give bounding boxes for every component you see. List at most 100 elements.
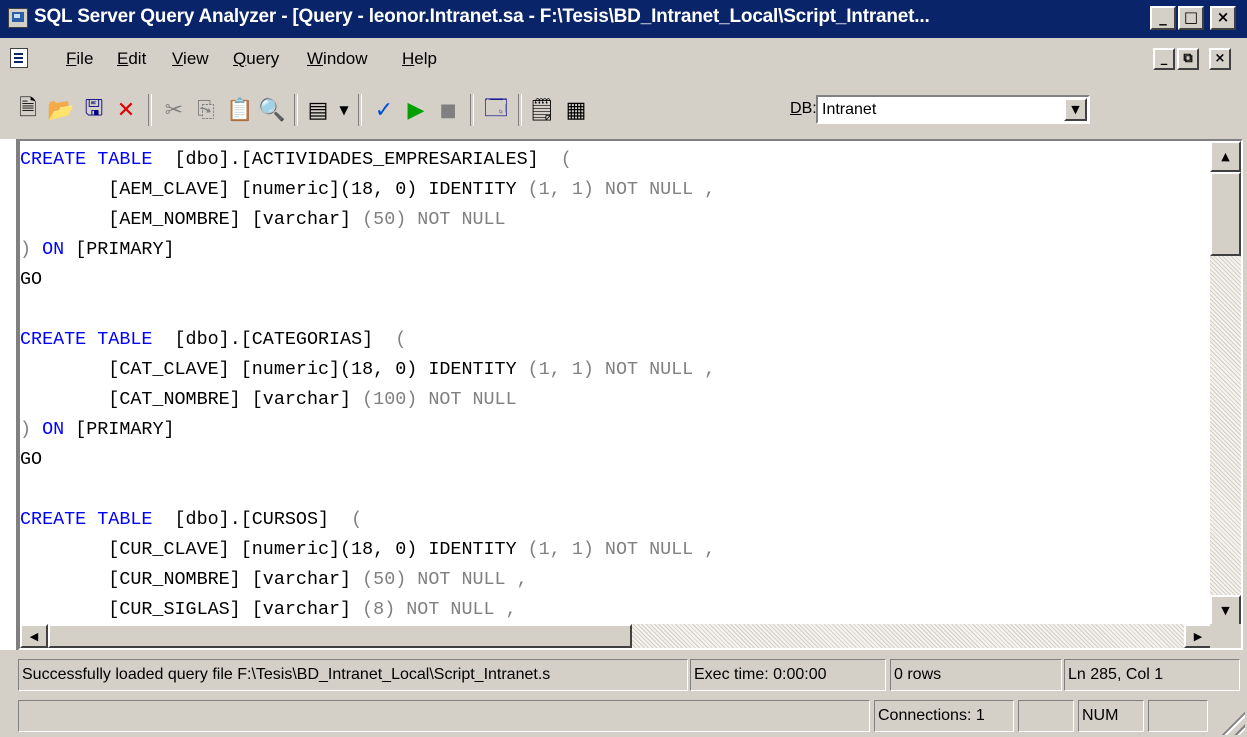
properties-icon[interactable]: 🗒: [528, 95, 556, 125]
horizontal-scroll-thumb[interactable]: [48, 624, 632, 648]
num-lock-indicator: NUM: [1078, 700, 1144, 732]
code-line: [CAT_CLAVE] [numeric](18, 0) IDENTITY (1…: [20, 355, 1212, 385]
menu-window[interactable]: Window: [307, 49, 367, 69]
code-line: [CAT_NOMBRE] [varchar] (100) NOT NULL: [20, 385, 1212, 415]
new-query-icon[interactable]: 🗎: [14, 95, 42, 125]
query-editor[interactable]: CREATE TABLE [dbo].[ACTIVIDADES_EMPRESAR…: [18, 139, 1243, 650]
code-literal: (1, 1) NOT NULL ,: [527, 539, 716, 560]
code-keyword: ON: [31, 419, 76, 440]
code-line: [CUR_CLAVE] [numeric](18, 0) IDENTITY (1…: [20, 535, 1212, 565]
code-literal: (50) NOT NULL ,: [362, 569, 528, 590]
scroll-left-icon[interactable]: ◀: [20, 624, 48, 648]
stop-icon[interactable]: ■: [434, 95, 462, 125]
status-message: Successfully loaded query file F:\Tesis\…: [18, 659, 688, 691]
scroll-up-icon[interactable]: ▲: [1210, 141, 1241, 172]
exec-time: Exec time: 0:00:00: [690, 659, 886, 691]
code-line: [CUR_SIGLAS] [varchar] (8) NOT NULL ,: [20, 595, 1212, 625]
title-bar: SQL Server Query Analyzer - [Query - leo…: [0, 0, 1247, 38]
clear-icon[interactable]: ✕: [112, 95, 140, 125]
window-title: SQL Server Query Analyzer - [Query - leo…: [34, 6, 930, 27]
code-line: CREATE TABLE [dbo].[ACTIVIDADES_EMPRESAR…: [20, 145, 1212, 175]
query-window-icon[interactable]: [10, 48, 28, 68]
code-text: [dbo].[CATEGORIAS]: [152, 329, 396, 350]
code-literal: ): [20, 239, 32, 260]
maximize-button[interactable]: □: [1178, 6, 1204, 30]
show-execution-plan-icon[interactable]: ▦: [562, 95, 590, 125]
child-close-button[interactable]: ×: [1209, 48, 1231, 70]
paste-icon[interactable]: 📋: [226, 95, 254, 125]
object-browser-icon[interactable]: 🗔: [482, 95, 510, 125]
menu-query[interactable]: Query: [233, 49, 279, 69]
menu-edit[interactable]: Edit: [117, 49, 146, 69]
toolbar-separator: [518, 94, 522, 126]
results-mode-icon[interactable]: ▤: [304, 95, 332, 125]
code-text: [CAT_CLAVE] [numeric](18, 0) IDENTITY: [20, 359, 528, 380]
cut-icon[interactable]: ✂: [160, 95, 188, 125]
scrollbar-corner: [1210, 624, 1241, 648]
copy-icon[interactable]: ⎘: [192, 95, 220, 125]
code-line: ) ON [PRIMARY]: [20, 415, 1212, 445]
database-select[interactable]: Intranet ▼: [816, 95, 1090, 124]
code-text: [dbo].[ACTIVIDADES_EMPRESARIALES]: [152, 149, 561, 170]
vertical-scroll-thumb[interactable]: [1210, 172, 1241, 256]
child-minimize-button[interactable]: _: [1153, 48, 1175, 70]
code-text: [CUR_CLAVE] [numeric](18, 0) IDENTITY: [20, 539, 528, 560]
horizontal-scrollbar[interactable]: ◀ ▶: [20, 624, 1212, 648]
code-text: [AEM_CLAVE] [numeric](18, 0) IDENTITY: [20, 179, 528, 200]
toolbar-separator: [294, 94, 298, 126]
results-mode-dropdown-icon[interactable]: ▼: [330, 95, 358, 125]
code-line: GO: [20, 265, 1212, 295]
code-text: GO: [20, 449, 43, 470]
code-line: [CUR_NOMBRE] [varchar] (50) NOT NULL ,: [20, 565, 1212, 595]
close-button[interactable]: ×: [1210, 6, 1236, 30]
code-text: [CAT_NOMBRE] [varchar]: [20, 389, 363, 410]
find-icon[interactable]: 🔍: [258, 95, 286, 125]
open-file-icon[interactable]: 📂: [47, 95, 75, 125]
toolbar-separator: [470, 94, 474, 126]
child-restore-button[interactable]: ⧉: [1177, 48, 1199, 70]
code-line: [AEM_CLAVE] [numeric](18, 0) IDENTITY (1…: [20, 175, 1212, 205]
toolbar: 🗎 📂 🖫 ✕ ✂ ⎘ 📋 🔍 ▤ ▼ ✓ ▶ ■ 🗔 🗒 ▦ DB: Intr…: [0, 86, 1247, 136]
save-icon[interactable]: 🖫: [80, 95, 108, 125]
code-line: CREATE TABLE [dbo].[CURSOS] (: [20, 505, 1212, 535]
code-literal: (: [560, 149, 572, 170]
vertical-scrollbar[interactable]: ▲ ▼: [1210, 141, 1241, 626]
menu-file[interactable]: File: [66, 49, 93, 69]
minimize-button[interactable]: _: [1150, 6, 1176, 30]
app-icon: [8, 8, 28, 28]
status-pane-empty: [18, 700, 870, 732]
menu-bar: File Edit View Query Window Help _ ⧉ ×: [0, 39, 1247, 78]
toolbar-separator: [358, 94, 362, 126]
code-line: CREATE TABLE [dbo].[CATEGORIAS] (: [20, 325, 1212, 355]
scroll-right-icon[interactable]: ▶: [1184, 624, 1212, 648]
code-line: ) ON [PRIMARY]: [20, 235, 1212, 265]
status-pane-empty: [1018, 700, 1074, 732]
database-select-value: Intranet: [822, 101, 877, 118]
editor-left-margin: [0, 139, 18, 650]
code-literal: (1, 1) NOT NULL ,: [527, 179, 716, 200]
execute-icon[interactable]: ▶: [402, 95, 430, 125]
code-area[interactable]: CREATE TABLE [dbo].[ACTIVIDADES_EMPRESAR…: [20, 141, 1212, 626]
code-keyword: CREATE TABLE: [20, 509, 153, 530]
resize-grip-icon[interactable]: [1217, 707, 1245, 735]
code-literal: (1, 1) NOT NULL ,: [527, 359, 716, 380]
code-line: GO: [20, 445, 1212, 475]
code-text: [AEM_NOMBRE] [varchar]: [20, 209, 363, 230]
code-literal: (: [395, 329, 407, 350]
chevron-down-icon[interactable]: ▼: [1064, 98, 1087, 121]
cursor-position: Ln 285, Col 1: [1064, 659, 1240, 691]
code-line: [AEM_NOMBRE] [varchar] (50) NOT NULL: [20, 205, 1212, 235]
connections-count: Connections: 1: [874, 700, 1014, 732]
code-literal: (: [351, 509, 363, 530]
code-text: [CUR_SIGLAS] [varchar]: [20, 599, 363, 620]
code-literal: (8) NOT NULL ,: [362, 599, 517, 620]
code-text: [PRIMARY]: [75, 239, 175, 260]
menu-view[interactable]: View: [172, 49, 209, 69]
scroll-down-icon[interactable]: ▼: [1210, 595, 1241, 626]
parse-icon[interactable]: ✓: [370, 95, 398, 125]
code-text: [CUR_NOMBRE] [varchar]: [20, 569, 363, 590]
code-text: GO: [20, 269, 43, 290]
menu-help[interactable]: Help: [402, 49, 437, 69]
code-keyword: CREATE TABLE: [20, 149, 153, 170]
